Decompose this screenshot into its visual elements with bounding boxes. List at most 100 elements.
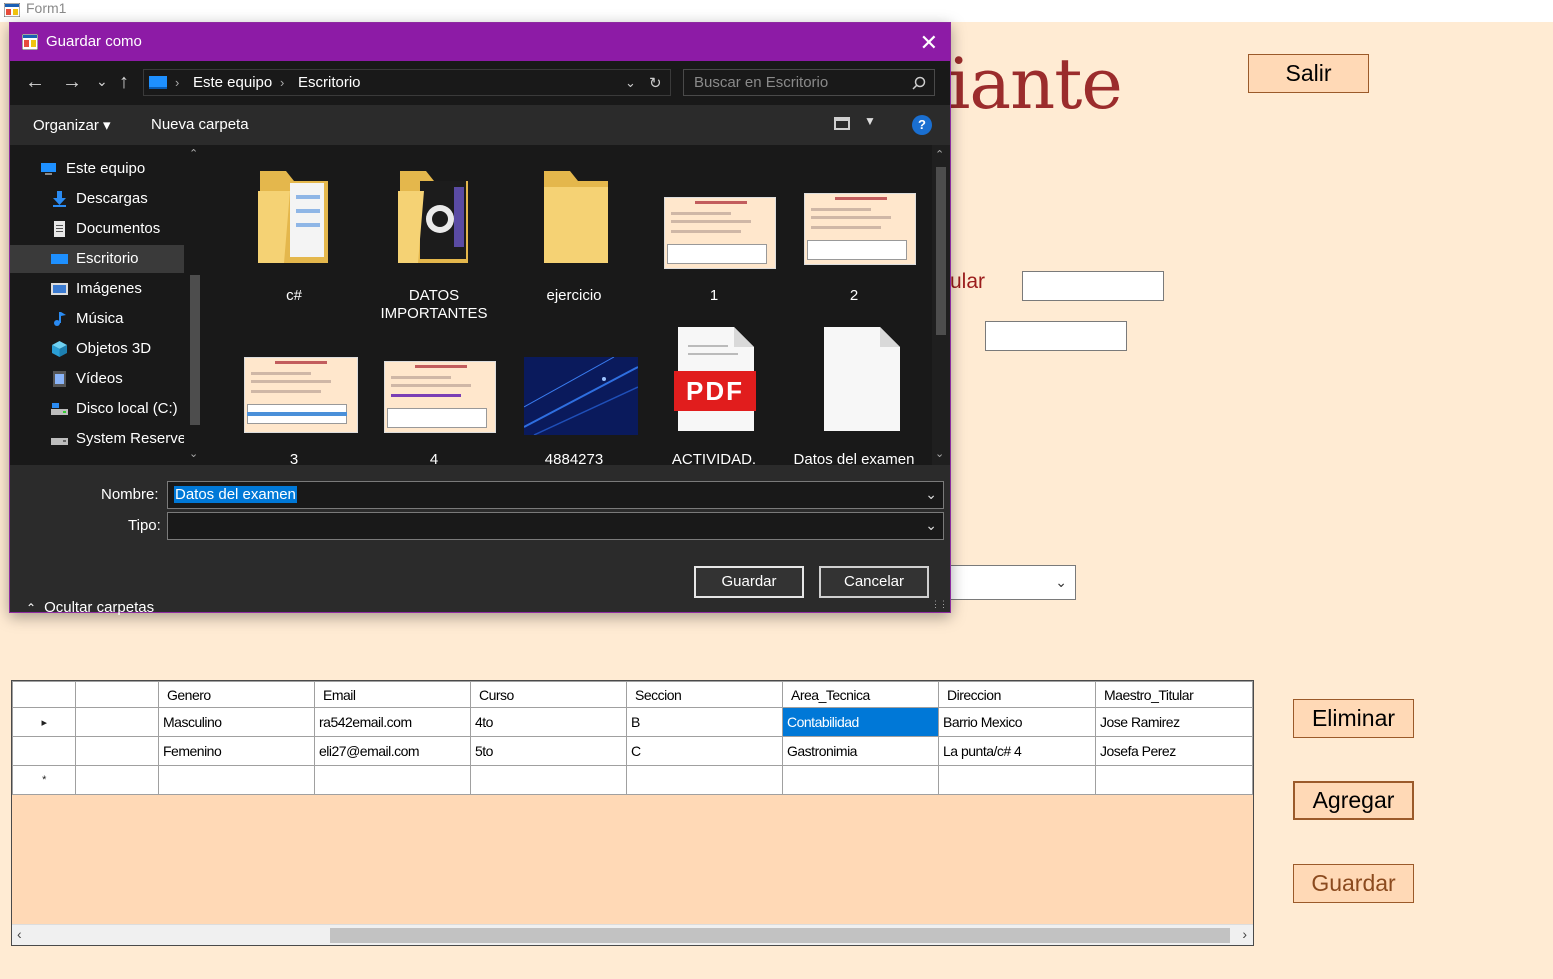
table-cell[interactable]: 5to — [470, 736, 627, 766]
view-dropdown-icon[interactable]: ▼ — [864, 114, 876, 128]
table-cell-selected[interactable]: Contabilidad — [782, 707, 939, 737]
chevron-down-icon[interactable]: ⌄ — [925, 517, 937, 534]
column-header-curso[interactable]: Curso — [470, 681, 627, 708]
scroll-up-icon[interactable]: ⌃ — [189, 147, 198, 160]
resize-grip-icon[interactable]: ⋮⋮ — [931, 599, 948, 610]
up-arrow-icon[interactable]: ↑ — [119, 71, 129, 94]
agregar-button[interactable]: Agregar — [1293, 781, 1414, 820]
chevron-down-icon[interactable]: ⌄ — [625, 75, 636, 91]
refresh-icon[interactable]: ↻ — [649, 74, 662, 92]
table-cell[interactable]: C — [626, 736, 783, 766]
table-cell[interactable] — [938, 765, 1096, 795]
table-cell[interactable]: Barrio Mexico — [938, 707, 1096, 737]
file-item-csharp[interactable]: c# — [226, 157, 362, 307]
column-header-email[interactable]: Email — [314, 681, 471, 708]
dialog-titlebar[interactable]: Guardar como ✕ — [10, 23, 950, 61]
table-cell[interactable]: eli27@email.com — [314, 736, 471, 766]
scroll-up-icon[interactable]: ⌃ — [935, 148, 944, 161]
help-icon[interactable]: ? — [912, 115, 932, 135]
column-header[interactable] — [75, 681, 159, 708]
sidebar-item-descargas[interactable]: Descargas — [10, 185, 184, 213]
table-cell[interactable] — [626, 765, 783, 795]
area-combobox[interactable]: ⌄ — [949, 565, 1076, 600]
organize-menu[interactable]: Organizar ▾ — [33, 116, 111, 134]
scroll-left-icon[interactable]: ‹ — [17, 926, 22, 942]
scroll-right-icon[interactable]: › — [1242, 926, 1247, 942]
table-cell[interactable]: Gastronimia — [782, 736, 939, 766]
scroll-down-icon[interactable]: ⌄ — [935, 447, 944, 460]
column-header-seccion[interactable]: Seccion — [626, 681, 783, 708]
back-arrow-icon[interactable]: ← — [25, 71, 45, 94]
file-item-2[interactable]: 2 — [786, 157, 922, 307]
search-input[interactable]: Buscar en Escritorio — [683, 69, 935, 96]
navpane-scrollbar[interactable]: ⌃ ⌄ — [186, 145, 204, 465]
file-item-ejercicio[interactable]: ejercicio — [506, 157, 642, 307]
sidebar-item-escritorio[interactable]: Escritorio — [10, 245, 184, 273]
file-item-datos-del-examen[interactable]: Datos del examen — [786, 321, 922, 465]
row-header[interactable] — [12, 736, 76, 766]
scrollbar-thumb[interactable] — [330, 928, 1230, 943]
sidebar-item-disco-local[interactable]: Disco local (C:) — [10, 395, 184, 423]
new-row[interactable]: * — [12, 765, 1253, 795]
table-cell[interactable]: Masculino — [158, 707, 315, 737]
hide-folders-toggle[interactable]: ⌃ Ocultar carpetas — [26, 599, 154, 616]
filetype-select[interactable]: ⌄ — [167, 512, 944, 540]
scrollbar-thumb[interactable] — [190, 275, 200, 425]
table-cell[interactable]: B — [626, 707, 783, 737]
table-cell[interactable]: Femenino — [158, 736, 315, 766]
row-header[interactable]: ▸ — [12, 707, 76, 737]
column-header-area-tecnica[interactable]: Area_Tecnica — [782, 681, 939, 708]
column-header-maestro-titular[interactable]: Maestro_Titular — [1095, 681, 1253, 708]
table-cell[interactable]: Jose Ramirez — [1095, 707, 1253, 737]
sidebar-item-este-equipo[interactable]: Este equipo — [10, 155, 184, 183]
column-header-genero[interactable]: Genero — [158, 681, 315, 708]
sidebar-item-system-reserved[interactable]: System Reserved — [10, 425, 184, 453]
table-row[interactable]: ▸ Masculino ra542email.com 4to B Contabi… — [12, 707, 1253, 737]
table-row[interactable]: Femenino eli27@email.com 5to C Gastronim… — [12, 736, 1253, 766]
scroll-down-icon[interactable]: ⌄ — [189, 447, 198, 460]
forward-arrow-icon[interactable]: → — [62, 71, 82, 94]
sidebar-item-documentos[interactable]: Documentos — [10, 215, 184, 243]
salir-button[interactable]: Salir — [1248, 54, 1369, 93]
sidebar-item-musica[interactable]: Música — [10, 305, 184, 333]
breadcrumb-escritorio[interactable]: Escritorio — [298, 74, 361, 91]
table-cell[interactable] — [75, 765, 159, 795]
column-header-direccion[interactable]: Direccion — [938, 681, 1096, 708]
table-cell[interactable]: ra542email.com — [314, 707, 471, 737]
row-header[interactable]: * — [12, 765, 76, 795]
table-cell[interactable]: 4to — [470, 707, 627, 737]
table-cell[interactable] — [782, 765, 939, 795]
students-grid[interactable]: Genero Email Curso Seccion Area_Tecnica … — [11, 680, 1254, 946]
close-icon[interactable]: ✕ — [920, 30, 938, 56]
guardar-form-button[interactable]: Guardar — [1293, 864, 1414, 903]
sidebar-item-objetos-3d[interactable]: Objetos 3D — [10, 335, 184, 363]
recent-locations-icon[interactable]: ⌄ — [96, 73, 108, 90]
table-cell[interactable]: La punta/c# 4 — [938, 736, 1096, 766]
search-icon[interactable] — [912, 76, 926, 90]
maestro-textbox[interactable] — [1022, 271, 1164, 301]
filename-input[interactable]: Datos del examen ⌄ — [167, 481, 944, 509]
eliminar-button[interactable]: Eliminar — [1293, 699, 1414, 738]
file-item-datos-importantes[interactable]: DATOS IMPORTANTES — [366, 157, 502, 327]
breadcrumb-este-equipo[interactable]: Este equipo — [193, 74, 272, 91]
address-bar[interactable]: › Este equipo › Escritorio ⌄ ↻ — [143, 69, 671, 96]
grid-corner-header[interactable] — [12, 681, 76, 708]
file-item-4[interactable]: 4 — [366, 321, 502, 465]
chevron-down-icon[interactable]: ⌄ — [925, 486, 937, 503]
secondary-textbox[interactable] — [985, 321, 1127, 351]
table-cell[interactable] — [1095, 765, 1253, 795]
file-item-actividad-pdf[interactable]: PDF ACTIVIDAD. Investiga TIPOS — [646, 321, 782, 465]
new-folder-button[interactable]: Nueva carpeta — [151, 116, 249, 133]
grid-horizontal-scrollbar[interactable]: ‹ › — [12, 924, 1253, 945]
view-options-icon[interactable] — [834, 117, 850, 130]
file-item-3[interactable]: 3 — [226, 321, 362, 465]
table-cell[interactable] — [314, 765, 471, 795]
table-cell[interactable] — [158, 765, 315, 795]
sidebar-item-videos[interactable]: Vídeos — [10, 365, 184, 393]
cancel-button[interactable]: Cancelar — [819, 566, 929, 598]
table-cell[interactable] — [470, 765, 627, 795]
table-cell[interactable]: Josefa Perez — [1095, 736, 1253, 766]
save-button[interactable]: Guardar — [694, 566, 804, 598]
file-list-scrollbar[interactable]: ⌃ ⌄ — [932, 145, 950, 465]
table-cell[interactable] — [75, 707, 159, 737]
